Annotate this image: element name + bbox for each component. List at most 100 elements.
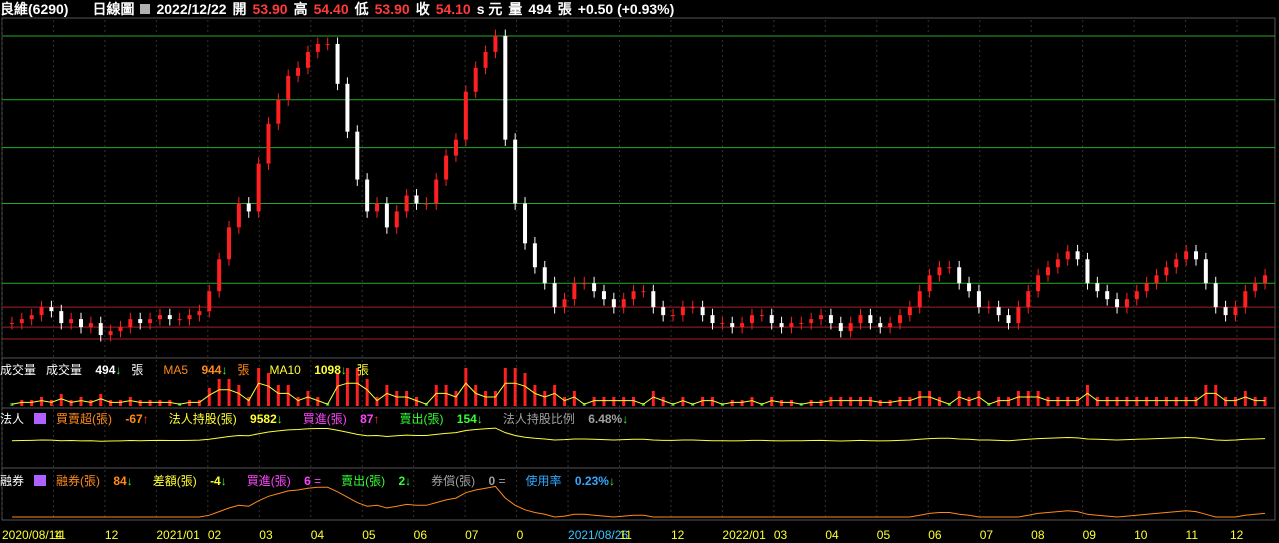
volume-bar: [780, 400, 784, 406]
candle-body: [779, 323, 784, 328]
candle-body: [1065, 251, 1070, 260]
volume-bar: [395, 391, 399, 406]
volume-bar: [928, 391, 932, 406]
usage-label: 使用率: [525, 473, 562, 488]
candle-body: [967, 283, 972, 292]
candle-body: [1085, 259, 1090, 284]
candle-body: [1203, 259, 1208, 284]
volume-bar: [908, 397, 912, 406]
candle-body: [286, 75, 291, 100]
down-arrow-icon: ↓: [126, 473, 133, 488]
down-arrow-icon: ↓: [476, 411, 483, 426]
volume-bar: [888, 400, 892, 406]
candle-body: [917, 291, 922, 308]
menu-icon[interactable]: [34, 474, 47, 486]
volume-panel-title: 成交量: [0, 362, 37, 377]
volume-bar: [227, 379, 231, 406]
volume-bar: [1095, 397, 1099, 406]
m-sell-label: 賣出(張): [341, 473, 386, 488]
candle-body: [621, 299, 626, 308]
candle-body: [1026, 291, 1031, 308]
candle-body: [848, 323, 853, 332]
candle-body: [1124, 299, 1129, 308]
candle-body: [1243, 291, 1248, 308]
volume-bar: [1233, 397, 1237, 406]
candle-body: [680, 307, 685, 316]
volume-bar: [207, 388, 211, 406]
candle-body: [690, 307, 695, 309]
volume-bar: [1224, 397, 1228, 406]
hold-value: 9582: [250, 411, 277, 426]
ma5-value: 944: [201, 362, 222, 377]
candle-body: [434, 179, 439, 204]
down-arrow-icon: ↓: [405, 473, 412, 488]
vol-unit: 張: [131, 362, 144, 377]
x-tick-label: 05: [876, 528, 891, 542]
volume-bar: [543, 391, 547, 406]
volume-bar: [1204, 385, 1208, 406]
candle-body: [1213, 283, 1218, 308]
candle-body: [118, 327, 123, 332]
candle-body: [236, 203, 241, 228]
stock-chart[interactable]: [0, 0, 1279, 543]
volume-bar: [503, 368, 507, 406]
volume-bar: [1007, 397, 1011, 406]
candle-body: [710, 315, 715, 324]
volume-bar: [829, 397, 833, 406]
volume-legend: 成交量 成交量 494↓ 張 MA5 944↓ 張 MA10 1098↓ 張: [0, 361, 389, 377]
x-tick-label: 12: [104, 528, 119, 542]
down-arrow-icon: ↓: [608, 473, 615, 488]
candle-body: [414, 195, 419, 204]
volume-bar: [375, 397, 379, 406]
volume-bar: [1194, 397, 1198, 406]
candle-body: [335, 43, 340, 84]
net-label: 買賣超(張): [56, 411, 113, 426]
volume-bar: [1253, 397, 1257, 406]
volume-bar: [59, 394, 63, 406]
volume-bar: [434, 385, 438, 406]
volume-bar: [622, 397, 626, 406]
x-tick-label: 11: [53, 528, 66, 542]
menu-icon[interactable]: [34, 412, 47, 424]
volume-bar: [405, 391, 409, 406]
volume-bar: [1056, 397, 1060, 406]
volume-bar: [849, 397, 853, 406]
x-tick-label: 11: [619, 528, 632, 542]
volume-bar: [898, 397, 902, 406]
candle-body: [1184, 251, 1189, 260]
candle-body: [888, 323, 893, 328]
volume-bar: [89, 400, 93, 406]
candle-body: [789, 323, 794, 328]
candle-body: [907, 307, 912, 316]
volume-bar: [109, 400, 113, 406]
volume-bar: [474, 385, 478, 406]
short-label: 融券(張): [56, 473, 101, 488]
volume-bar: [651, 391, 655, 406]
candle-body: [799, 323, 804, 325]
x-tick-label: 04: [310, 528, 325, 542]
candle-body: [523, 203, 528, 244]
candle-body: [128, 319, 133, 328]
volume-bar: [1046, 397, 1050, 406]
volume-bar: [1243, 391, 1247, 406]
volume-bar: [1164, 397, 1168, 406]
candle-body: [868, 315, 873, 324]
volume-bar: [493, 391, 497, 406]
candle-body: [592, 283, 597, 292]
candle-body: [562, 299, 567, 308]
volume-bar: [1016, 391, 1020, 406]
candle-body: [1154, 275, 1159, 284]
m-buy-sym: =: [314, 473, 322, 488]
candle-body: [148, 319, 153, 324]
candle-body: [266, 123, 271, 164]
volume-bar: [1026, 391, 1030, 406]
candle-body: [88, 323, 93, 328]
volume-bar: [276, 385, 280, 406]
volume-bar: [138, 400, 142, 406]
down-arrow-icon: ↓: [276, 411, 283, 426]
vol-label: 成交量: [46, 362, 83, 377]
net-value: -67: [125, 411, 143, 426]
candle-body: [1055, 259, 1060, 268]
inst-panel-title: 法人: [0, 411, 25, 426]
candle-body: [256, 163, 261, 212]
